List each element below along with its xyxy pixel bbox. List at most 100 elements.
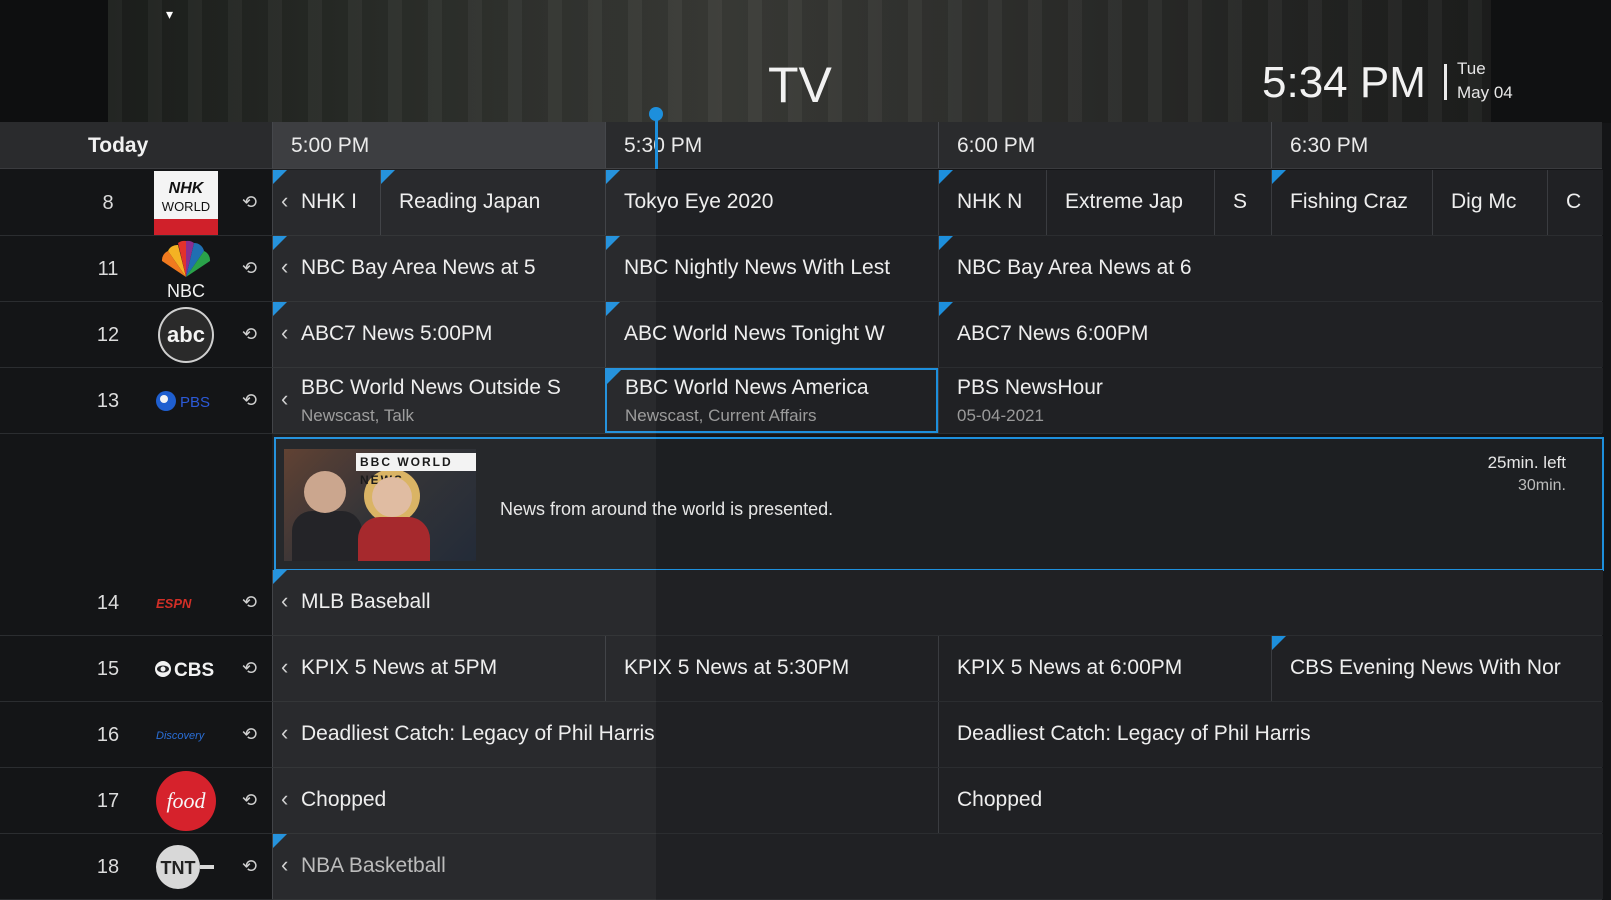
chevron-left-icon: ‹ xyxy=(281,654,289,679)
program-cell[interactable]: Deadliest Catch: Legacy of Phil Harris xyxy=(938,702,1603,767)
channel-row: 14 ESPN ⟲ ‹ MLB Baseball xyxy=(0,570,1603,636)
channel-row: 13 PBS ⟲ ‹ BBC World News Outside S News… xyxy=(0,368,1603,434)
food-network-logo[interactable]: food xyxy=(153,771,219,831)
program-cell[interactable]: Dig Mc xyxy=(1432,170,1548,235)
svg-text:PBS: PBS xyxy=(180,394,210,411)
channel-row: 11 NBC ⟲ ‹ NBC Bay Area News at 5 NBC Nig… xyxy=(0,236,1603,302)
chevron-left-icon: ‹ xyxy=(281,588,289,613)
program-cell[interactable]: KPIX 5 News at 6:00PM xyxy=(938,636,1272,701)
program-cell[interactable]: KPIX 5 News at 5:30PM xyxy=(605,636,939,701)
current-time-dot xyxy=(649,107,663,121)
pbs-logo[interactable]: PBS xyxy=(153,371,219,431)
svg-text:ESPN: ESPN xyxy=(156,596,192,611)
channel-number: 8 xyxy=(102,192,114,214)
nbc-logo[interactable]: NBC xyxy=(153,239,219,299)
program-cell[interactable]: ABC World News Tonight W xyxy=(605,302,939,367)
program-cell[interactable]: ‹ MLB Baseball xyxy=(272,570,1603,635)
program-cell[interactable]: ‹ NBA Basketball xyxy=(272,834,1603,899)
bbc-badge: BBC WORLD NEWS xyxy=(356,453,476,487)
program-cell[interactable]: Fishing Craz xyxy=(1271,170,1433,235)
replay-icon[interactable]: ⟲ xyxy=(242,258,257,279)
channel-number: 11 xyxy=(97,258,119,280)
chevron-left-icon: ‹ xyxy=(281,188,289,213)
clock-date: May 04 xyxy=(1457,83,1513,102)
replay-icon[interactable]: ⟲ xyxy=(242,192,257,213)
svg-text:Discovery: Discovery xyxy=(156,730,206,742)
program-cell[interactable]: S xyxy=(1214,170,1272,235)
chevron-left-icon: ‹ xyxy=(281,386,289,411)
svg-text:TNT: TNT xyxy=(161,858,196,878)
program-cell[interactable]: ‹ Deadliest Catch: Legacy of Phil Harris xyxy=(272,702,939,767)
cbs-logo[interactable]: CBS xyxy=(153,639,219,699)
program-detail-panel[interactable]: BBC WORLD NEWS News from around the worl… xyxy=(274,437,1604,571)
channel-number: 18 xyxy=(96,856,120,878)
time-header-bar: Today 5:00 PM 5:30 PM 6:00 PM 6:30 PM xyxy=(0,122,1602,169)
channel-number: 16 xyxy=(96,724,120,746)
chevron-left-icon: ‹ xyxy=(281,254,289,279)
channel-number: 15 xyxy=(96,658,120,680)
program-cell[interactable]: Chopped xyxy=(938,768,1603,833)
replay-icon[interactable]: ⟲ xyxy=(242,790,257,811)
program-thumbnail: BBC WORLD NEWS xyxy=(284,449,476,561)
clock-divider xyxy=(1444,64,1447,100)
program-cell[interactable]: ‹ KPIX 5 News at 5PM xyxy=(272,636,606,701)
channel-number: 14 xyxy=(96,592,120,614)
svg-text:NHK: NHK xyxy=(169,180,205,197)
clock-time: 5:34 PM xyxy=(1262,58,1426,107)
time-slot: 6:30 PM xyxy=(1271,122,1603,168)
chevron-left-icon: ‹ xyxy=(281,720,289,745)
program-cell[interactable]: NBC Bay Area News at 6 xyxy=(938,236,1603,301)
chevron-left-icon: ‹ xyxy=(281,320,289,345)
program-cell-selected[interactable]: BBC World News America Newscast, Current… xyxy=(605,368,938,433)
channel-row: 8 NHK WORLD ⟲ ‹ NHK I Reading Japan Tokyo… xyxy=(0,170,1603,236)
page-title: TV xyxy=(768,57,832,113)
program-duration: 30min. xyxy=(1517,477,1566,494)
program-cell[interactable]: ‹ BBC World News Outside S Newscast, Tal… xyxy=(272,368,606,433)
svg-text:food: food xyxy=(166,788,206,813)
program-cell[interactable]: ‹ NBC Bay Area News at 5 xyxy=(272,236,606,301)
today-label: Today xyxy=(88,134,149,157)
channel-row: 17 food ⟲ ‹ Chopped Chopped xyxy=(0,768,1603,834)
program-cell[interactable]: ‹ ABC7 News 5:00PM xyxy=(272,302,606,367)
program-cell[interactable]: C xyxy=(1547,170,1603,235)
background-left xyxy=(0,0,108,123)
program-cell[interactable]: Reading Japan xyxy=(380,170,606,235)
time-left: 25min. left xyxy=(1487,453,1566,472)
channel-row: 16 Discovery ⟲ ‹ Deadliest Catch: Legacy … xyxy=(0,702,1603,768)
program-cell[interactable]: PBS NewsHour 05-04-2021 xyxy=(938,368,1603,433)
program-cell[interactable]: CBS Evening News With Nor xyxy=(1271,636,1603,701)
clock-day: Tue xyxy=(1457,59,1486,78)
program-cell[interactable]: NHK N xyxy=(938,170,1047,235)
program-cell[interactable]: ‹ Chopped xyxy=(272,768,939,833)
svg-text:CBS: CBS xyxy=(174,660,214,681)
svg-text:WORLD: WORLD xyxy=(162,199,210,214)
replay-icon[interactable]: ⟲ xyxy=(242,856,257,877)
replay-icon[interactable]: ⟲ xyxy=(242,390,257,411)
nhk-world-logo[interactable]: NHK WORLD xyxy=(153,171,219,235)
current-time-indicator xyxy=(655,113,658,169)
replay-icon[interactable]: ⟲ xyxy=(242,724,257,745)
replay-icon[interactable]: ⟲ xyxy=(242,324,257,345)
program-cell[interactable]: ‹ NHK I xyxy=(272,170,381,235)
tnt-logo[interactable]: TNT xyxy=(153,837,219,897)
svg-text:NBC: NBC xyxy=(167,281,205,299)
svg-text:abc: abc xyxy=(167,322,205,347)
time-slot: 5:00 PM xyxy=(272,122,606,168)
mouse-cursor-icon: ▾ xyxy=(166,6,174,22)
replay-icon[interactable]: ⟲ xyxy=(242,592,257,613)
channel-row: 15 CBS ⟲ ‹ KPIX 5 News at 5PM KPIX 5 News… xyxy=(0,636,1603,702)
abc-logo[interactable]: abc xyxy=(153,305,219,365)
channel-number: 12 xyxy=(96,324,120,346)
chevron-left-icon: ‹ xyxy=(281,852,289,877)
chevron-left-icon: ‹ xyxy=(281,786,289,811)
espn-logo[interactable]: ESPN xyxy=(153,573,219,633)
program-cell[interactable]: NBC Nightly News With Lest xyxy=(605,236,939,301)
program-cell[interactable]: Extreme Jap xyxy=(1046,170,1215,235)
discovery-logo[interactable]: Discovery xyxy=(153,705,219,765)
program-cell[interactable]: Tokyo Eye 2020 xyxy=(605,170,939,235)
channel-number: 13 xyxy=(96,390,120,412)
background-right xyxy=(1491,0,1611,123)
channel-number: 17 xyxy=(96,790,120,812)
replay-icon[interactable]: ⟲ xyxy=(242,658,257,679)
program-cell[interactable]: ABC7 News 6:00PM xyxy=(938,302,1603,367)
